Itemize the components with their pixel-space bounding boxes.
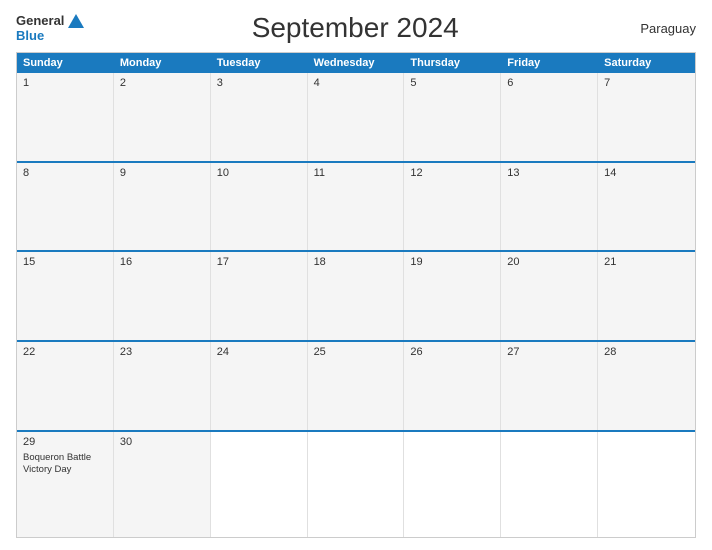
page: General Blue September 2024 Paraguay Sun… <box>0 0 712 550</box>
table-row: 1 <box>17 73 114 161</box>
table-row: 11 <box>308 163 405 251</box>
day-number: 23 <box>120 346 204 358</box>
table-row: 16 <box>114 252 211 340</box>
day-number: 9 <box>120 167 204 179</box>
day-number: 21 <box>604 256 689 268</box>
calendar-body: 1234567891011121314151617181920212223242… <box>17 73 695 537</box>
week-row-4: 22 23 24 25 26 27 28 <box>17 340 695 430</box>
week-row-1: 1 2 3 45 6 7 <box>17 73 695 161</box>
table-row: 12 <box>404 163 501 251</box>
table-row <box>501 432 598 537</box>
day-number: 1 <box>23 77 107 89</box>
day-number: 11 <box>314 167 398 179</box>
table-row: 8 <box>17 163 114 251</box>
day-number: 16 <box>120 256 204 268</box>
calendar: Sunday Monday Tuesday Wednesday Thursday… <box>16 52 696 538</box>
col-monday: Monday <box>114 53 211 73</box>
day-number: 22 <box>23 346 107 358</box>
table-row: 23 <box>114 342 211 430</box>
table-row: 2 <box>114 73 211 161</box>
col-sunday: Sunday <box>17 53 114 73</box>
table-row <box>308 432 405 537</box>
table-row: 30 <box>114 432 211 537</box>
country-label: Paraguay <box>626 21 696 36</box>
calendar-header: Sunday Monday Tuesday Wednesday Thursday… <box>17 53 695 73</box>
day-number: 5 <box>410 77 494 89</box>
logo: General Blue <box>16 13 84 43</box>
day-number: 17 <box>217 256 301 268</box>
table-row: 17 <box>211 252 308 340</box>
calendar-title: September 2024 <box>84 12 626 44</box>
table-row: 19 <box>404 252 501 340</box>
day-number: 29 <box>23 436 107 448</box>
day-number: 20 <box>507 256 591 268</box>
logo-blue-text: Blue <box>16 28 44 43</box>
day-number: 3 <box>217 77 301 89</box>
col-thursday: Thursday <box>404 53 501 73</box>
table-row: 10 <box>211 163 308 251</box>
day-number: 18 <box>314 256 398 268</box>
table-row: 9 <box>114 163 211 251</box>
day-number: 7 <box>604 77 689 89</box>
day-number: 28 <box>604 346 689 358</box>
table-row: 4 <box>308 73 405 161</box>
day-number: 12 <box>410 167 494 179</box>
day-number: 25 <box>314 346 398 358</box>
table-row: 5 <box>404 73 501 161</box>
week-row-5: 29 Boqueron Battle Victory Day 30 <box>17 430 695 537</box>
table-row: 18 <box>308 252 405 340</box>
table-row: 14 <box>598 163 695 251</box>
week-row-3: 15 16 17 18 19 20 21 <box>17 250 695 340</box>
day-number: 2 <box>120 77 204 89</box>
table-row: 29 Boqueron Battle Victory Day <box>17 432 114 537</box>
day-event: Boqueron Battle Victory Day <box>23 452 107 477</box>
table-row: 25 <box>308 342 405 430</box>
col-friday: Friday <box>501 53 598 73</box>
table-row <box>404 432 501 537</box>
day-number: 30 <box>120 436 204 448</box>
day-number: 15 <box>23 256 107 268</box>
col-tuesday: Tuesday <box>211 53 308 73</box>
table-row <box>598 432 695 537</box>
day-number: 26 <box>410 346 494 358</box>
col-saturday: Saturday <box>598 53 695 73</box>
day-number: 27 <box>507 346 591 358</box>
logo-triangle-icon <box>68 14 84 28</box>
table-row: 13 <box>501 163 598 251</box>
table-row: 28 <box>598 342 695 430</box>
table-row: 22 <box>17 342 114 430</box>
day-number: 10 <box>217 167 301 179</box>
week-row-2: 8 9 10 11 12 13 14 <box>17 161 695 251</box>
table-row: 20 <box>501 252 598 340</box>
day-number: 8 <box>23 167 107 179</box>
table-row: 3 <box>211 73 308 161</box>
table-row: 26 <box>404 342 501 430</box>
table-row: 27 <box>501 342 598 430</box>
day-number: 13 <box>507 167 591 179</box>
table-row: 6 <box>501 73 598 161</box>
logo-general-text: General <box>16 13 64 28</box>
col-wednesday: Wednesday <box>308 53 405 73</box>
day-number: 6 <box>507 77 591 89</box>
day-number: 4 <box>314 77 398 89</box>
table-row <box>211 432 308 537</box>
table-row: 7 <box>598 73 695 161</box>
table-row: 21 <box>598 252 695 340</box>
header: General Blue September 2024 Paraguay <box>16 12 696 44</box>
day-number: 14 <box>604 167 689 179</box>
day-number: 19 <box>410 256 494 268</box>
table-row: 24 <box>211 342 308 430</box>
table-row: 15 <box>17 252 114 340</box>
day-number: 24 <box>217 346 301 358</box>
